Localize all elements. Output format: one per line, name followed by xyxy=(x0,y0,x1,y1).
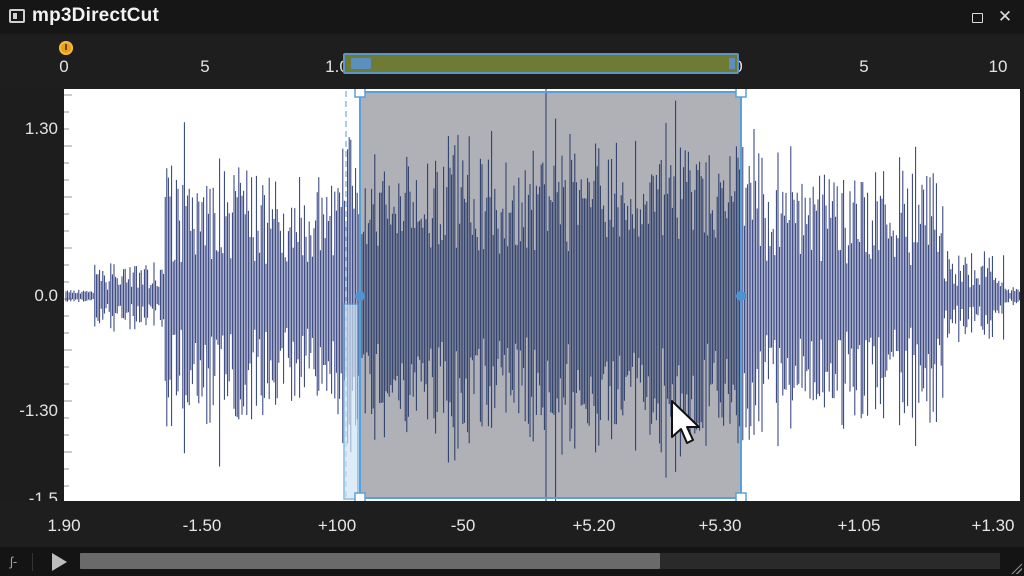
horizontal-scrollbar[interactable] xyxy=(80,553,1000,569)
close-button[interactable]: ✕ xyxy=(996,8,1014,26)
top-ruler-tick: 5 xyxy=(859,57,869,76)
restore-button[interactable] xyxy=(968,8,986,26)
resize-grip-icon[interactable] xyxy=(1010,562,1022,574)
y-axis-label: 0.0 xyxy=(34,286,58,305)
selection-corner-handle[interactable] xyxy=(354,492,366,501)
top-ruler-tick: 10 xyxy=(988,57,1008,76)
selection-edge-handle[interactable] xyxy=(355,291,365,301)
amplitude-axis: 1.30 0.0 -1.30 -1.5 xyxy=(0,89,64,508)
time-axis: 1.90 -1.50 +100 -50 +5.20 +5.30 +1.05 +1.30 xyxy=(0,501,1024,549)
x-axis-label: +5.20 xyxy=(572,516,616,535)
scrollbar-thumb[interactable] xyxy=(80,553,660,569)
x-axis-label: -1.50 xyxy=(182,516,222,535)
x-axis-label: +1.30 xyxy=(971,516,1015,535)
x-axis-label: +5.30 xyxy=(698,516,742,535)
top-ruler-tick: 5 xyxy=(200,57,210,76)
x-axis-label: 1.90 xyxy=(47,516,81,535)
play-button[interactable] xyxy=(52,553,67,571)
effects-icon[interactable]: ʃ- xyxy=(10,553,33,571)
range-start-handle[interactable] xyxy=(351,58,371,69)
selection-range-bar[interactable] xyxy=(343,53,739,74)
transport-bar: ʃ- xyxy=(0,547,1024,576)
title-bar: mp3DirectCut ✕ xyxy=(0,0,1024,35)
selection-edge-handle[interactable] xyxy=(736,291,746,301)
waveform-view[interactable] xyxy=(64,89,1020,501)
x-axis-label: +1.05 xyxy=(837,516,881,535)
x-axis-label: -50 xyxy=(450,516,476,535)
app-title: mp3DirectCut xyxy=(32,5,159,26)
x-axis-label: +100 xyxy=(317,516,357,535)
top-ruler-tick: 0 xyxy=(59,57,69,76)
selection-corner-handle[interactable] xyxy=(735,89,747,98)
y-axis-label: 1.30 xyxy=(24,119,58,138)
restore-icon xyxy=(971,13,983,23)
app-icon xyxy=(9,9,25,23)
y-axis-label: -1.30 xyxy=(19,401,58,420)
waveform-svg[interactable] xyxy=(64,89,1020,501)
selection-corner-handle[interactable] xyxy=(354,89,366,98)
range-end-handle[interactable] xyxy=(729,58,735,69)
selection-corner-handle[interactable] xyxy=(735,492,747,501)
marker-icon[interactable] xyxy=(59,41,73,55)
previous-selection-edge xyxy=(343,303,359,500)
